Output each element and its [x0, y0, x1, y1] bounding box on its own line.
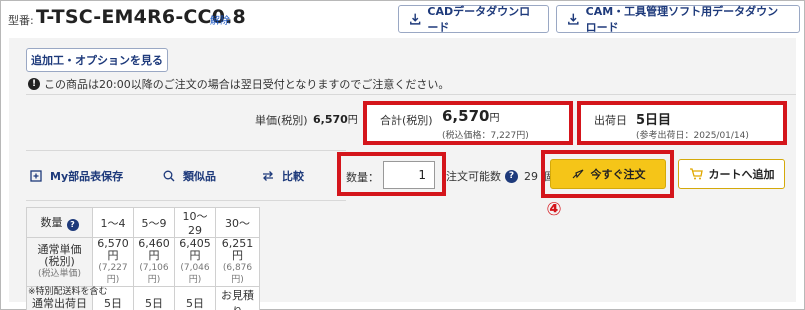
- divider: [26, 94, 796, 95]
- total-label: 合計(税別): [380, 114, 433, 127]
- orderable-quantity: 注文可能数 ? 29 個: [446, 168, 553, 184]
- range-cell: 1〜4: [92, 207, 134, 238]
- bookmark-add-icon: [30, 170, 42, 182]
- help-icon[interactable]: ?: [66, 219, 79, 231]
- compare-arrows-icon: [263, 171, 273, 181]
- view-options-button[interactable]: 追加工・オプションを見る: [26, 48, 168, 72]
- compare-button[interactable]: 比較: [262, 168, 304, 184]
- unit-price-value: 6,570: [313, 113, 348, 126]
- quantity-label: 数量：: [346, 171, 379, 184]
- price-header: 通常単価(税別) (税込単価): [26, 237, 93, 287]
- similar-search-icon: [163, 170, 175, 182]
- range-cell: 30〜: [215, 207, 260, 238]
- order-now-button[interactable]: 今すぐ注文: [550, 159, 666, 189]
- cart-icon: [689, 168, 703, 180]
- price-cell: 6,570円 (7,227円): [92, 237, 134, 287]
- order-notice-text: この商品は20:00以降のご注文の場合は翌日受付となりますのでご注意ください。: [44, 78, 450, 91]
- ship-date-label: 出荷日: [594, 114, 627, 127]
- total-tax-included: (税込価格：7,227円): [442, 131, 529, 141]
- save-label: My部品表保存: [50, 170, 124, 183]
- info-icon: !: [28, 78, 40, 90]
- download-icon: [568, 13, 579, 25]
- reference-ship-date: (参考出荷日：2025/01/14): [636, 131, 749, 141]
- orderable-label: 注文可能数: [446, 170, 501, 183]
- compare-label: 比較: [282, 170, 304, 183]
- divider: [26, 200, 346, 201]
- unit-price: 6,570円: [313, 111, 358, 126]
- model-prefix: 型番:: [8, 14, 34, 27]
- download-icon: [410, 13, 421, 25]
- order-now-label: 今すぐ注文: [590, 168, 646, 181]
- range-cell: 5〜9: [133, 207, 175, 238]
- ship-cell: 5日: [174, 286, 216, 310]
- unit-price-label: 単価(税別): [255, 114, 308, 127]
- total-price: 6,570円: [442, 107, 499, 125]
- cam-download-label: CAM・工具管理ソフト用データダウンロード: [585, 5, 779, 34]
- similar-label: 類似品: [183, 170, 216, 183]
- add-to-cart-button[interactable]: カートへ追加: [678, 159, 785, 189]
- clear-link[interactable]: 解除: [210, 12, 230, 27]
- ship-cell: お見積り: [215, 286, 260, 310]
- ship-cell: 5日: [133, 286, 175, 310]
- footnote: ※特別配送料を含む: [28, 287, 108, 297]
- divider: [26, 150, 346, 151]
- price-cell: 6,460円 (7,106円): [133, 237, 175, 287]
- save-to-parts-list-button[interactable]: My部品表保存: [30, 168, 123, 184]
- price-cell: 6,405円 (7,046円): [174, 237, 216, 287]
- rocket-icon: [572, 169, 583, 179]
- cad-download-label: CADデータダウンロード: [427, 5, 531, 34]
- cam-download-button[interactable]: CAM・工具管理ソフト用データダウンロード: [556, 5, 800, 34]
- total-price-value: 6,570: [442, 107, 490, 125]
- yen-unit: 円: [347, 115, 358, 126]
- qty-header: 数量?: [26, 207, 93, 238]
- price-cell: 6,251円 (6,876円): [215, 237, 260, 287]
- cad-download-button[interactable]: CADデータダウンロード: [398, 5, 549, 34]
- range-cell: 10〜29: [174, 207, 216, 238]
- yen-unit: 円: [489, 113, 500, 124]
- ship-date-value: 5日目: [636, 113, 672, 128]
- similar-products-button[interactable]: 類似品: [163, 168, 216, 184]
- order-notice: ! この商品は20:00以降のご注文の場合は翌日受付となりますのでご注意ください…: [28, 76, 449, 92]
- help-icon[interactable]: ?: [505, 169, 518, 183]
- quantity-input[interactable]: 1: [383, 161, 435, 189]
- add-to-cart-label: カートへ追加: [708, 168, 775, 181]
- table-row: 通常単価(税別) (税込単価) 6,570円 (7,227円) 6,460円 (7,1…: [26, 237, 260, 287]
- step-annotation: ④: [546, 199, 562, 220]
- table-row: 数量? 1〜4 5〜9 10〜29 30〜: [26, 207, 260, 238]
